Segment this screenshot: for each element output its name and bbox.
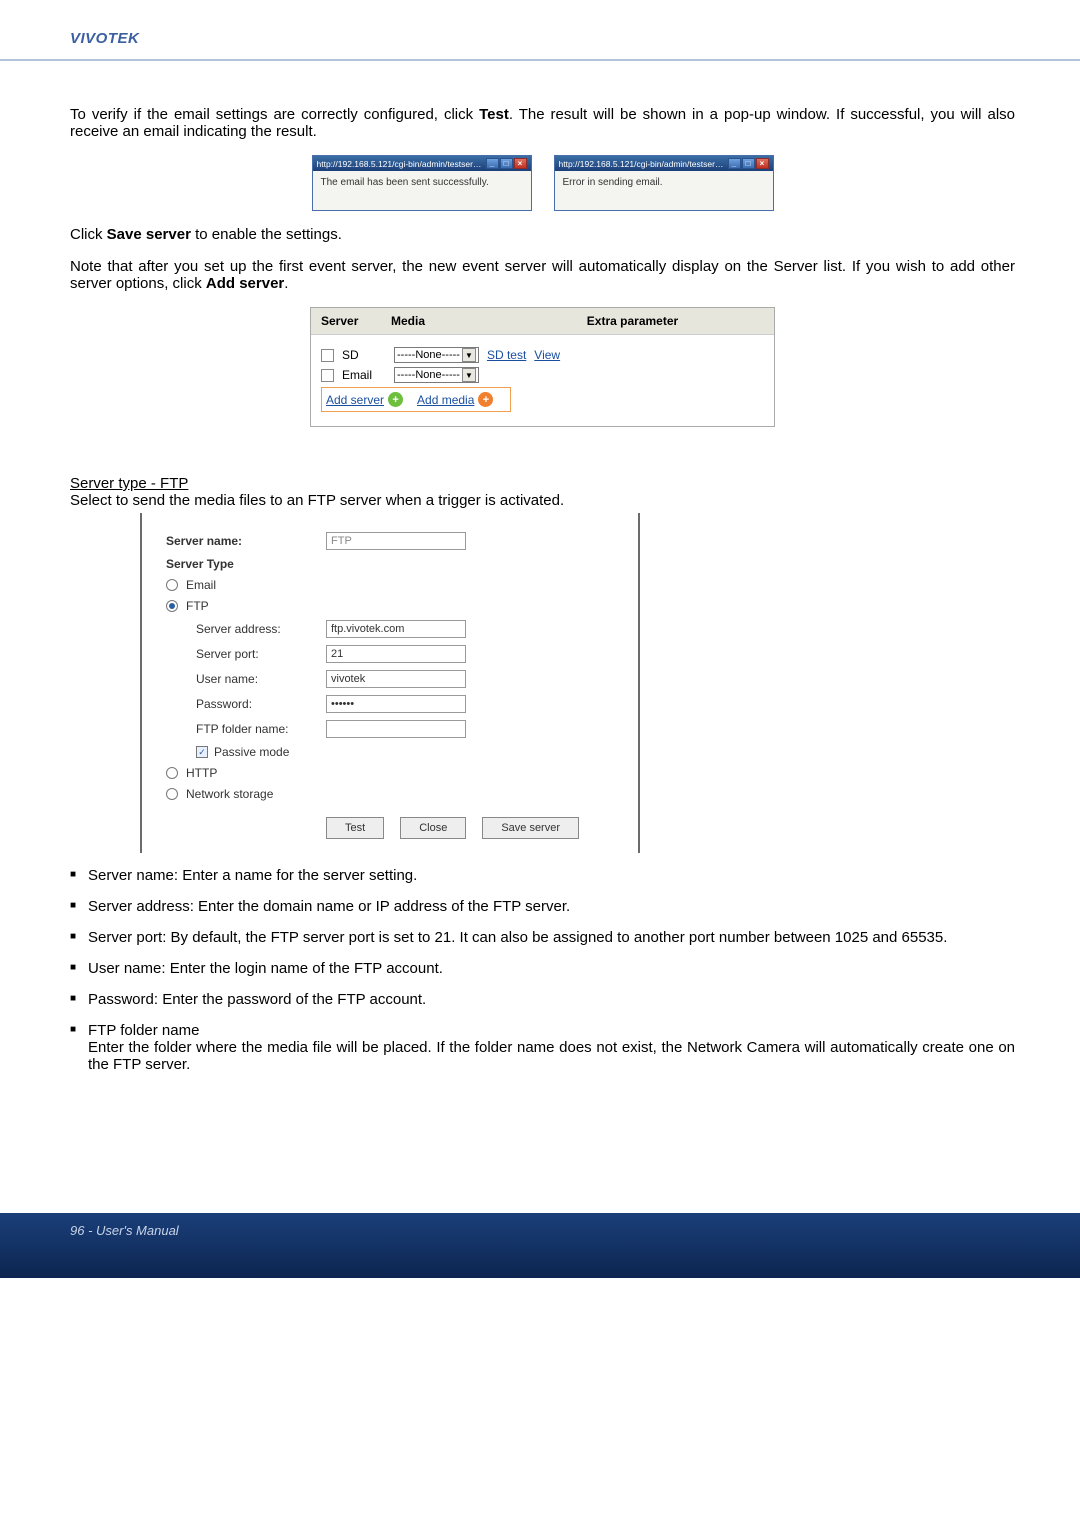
save-c: to enable the settings. (191, 226, 342, 243)
note-c: . (284, 275, 288, 292)
sd-label: SD (342, 348, 386, 362)
popup-success-title: http://192.168.5.121/cgi-bin/admin/tests… (317, 159, 486, 169)
bullet-server-address: Server address: Enter the domain name or… (70, 898, 1015, 915)
passive-mode-label: Passive mode (214, 745, 289, 759)
server-port-input[interactable]: 21 (326, 645, 466, 663)
add-server-icon[interactable]: + (388, 392, 403, 407)
server-type-title: Server Type (166, 557, 620, 571)
popup-success: http://192.168.5.121/cgi-bin/admin/tests… (312, 155, 532, 211)
password-input[interactable]: •••••• (326, 695, 466, 713)
popup-error-title: http://192.168.5.121/cgi-bin/admin/tests… (559, 159, 728, 169)
server-row-email: Email -----None----- ▼ (321, 367, 764, 383)
bullet-list: Server name: Enter a name for the server… (70, 867, 1015, 1073)
add-server-link[interactable]: Add server (326, 393, 384, 407)
server-address-label: Server address: (166, 622, 326, 636)
col-server: Server (311, 308, 381, 334)
close-icon[interactable]: × (514, 158, 527, 169)
opt-http-label: HTTP (186, 766, 217, 780)
add-row: Add server + Add media + (321, 387, 511, 412)
server-name-label: Server name: (166, 534, 326, 548)
close-icon[interactable]: × (756, 158, 769, 169)
popup-row: http://192.168.5.121/cgi-bin/admin/tests… (70, 155, 1015, 211)
sd-test-link[interactable]: SD test (487, 348, 526, 362)
server-row-sd: SD -----None----- ▼ SD test View (321, 347, 764, 363)
bullet-ftp-folder-body: Enter the folder where the media file wi… (88, 1039, 1015, 1073)
sd-media-select[interactable]: -----None----- ▼ (394, 347, 479, 363)
minimize-icon[interactable]: _ (728, 158, 741, 169)
intro-test-word: Test (479, 106, 509, 123)
page-footer: 96 - User's Manual (0, 1213, 1080, 1278)
radio-email[interactable] (166, 579, 178, 591)
server-port-label: Server port: (166, 647, 326, 661)
ftp-form-panel: Server name: FTP Server Type Email FTP S… (140, 513, 640, 853)
view-link[interactable]: View (534, 348, 560, 362)
ftp-folder-input[interactable] (326, 720, 466, 738)
server-name-input[interactable]: FTP (326, 532, 466, 550)
intro-paragraph: To verify if the email settings are corr… (70, 106, 1015, 140)
close-button[interactable]: Close (400, 817, 466, 839)
server-address-input[interactable]: ftp.vivotek.com (326, 620, 466, 638)
note-paragraph: Note that after you set up the first eve… (70, 258, 1015, 292)
ftp-section-title: Server type - FTP (70, 475, 1015, 492)
user-name-label: User name: (166, 672, 326, 686)
popup-success-body: The email has been sent successfully. (313, 171, 531, 210)
bullet-server-port: Server port: By default, the FTP server … (70, 929, 1015, 946)
note-b: Add server (206, 275, 284, 292)
radio-network-storage[interactable] (166, 788, 178, 800)
password-label: Password: (166, 697, 326, 711)
ftp-folder-label: FTP folder name: (166, 722, 326, 736)
email-select-value: -----None----- (397, 369, 460, 381)
popup-success-titlebar: http://192.168.5.121/cgi-bin/admin/tests… (313, 156, 531, 171)
maximize-icon[interactable]: □ (500, 158, 513, 169)
save-b: Save server (107, 226, 191, 243)
popup-error: http://192.168.5.121/cgi-bin/admin/tests… (554, 155, 774, 211)
sd-checkbox[interactable] (321, 349, 334, 362)
chevron-down-icon[interactable]: ▼ (462, 348, 476, 362)
passive-mode-checkbox[interactable]: ✓ (196, 746, 208, 758)
brand-text: VIVOTEK (70, 30, 139, 47)
opt-ftp-label: FTP (186, 599, 209, 613)
radio-ftp[interactable] (166, 600, 178, 612)
add-media-icon[interactable]: + (478, 392, 493, 407)
save-a: Click (70, 226, 107, 243)
bullet-ftp-folder: FTP folder name Enter the folder where t… (70, 1022, 1015, 1073)
email-media-select[interactable]: -----None----- ▼ (394, 367, 479, 383)
email-label: Email (342, 368, 386, 382)
radio-http[interactable] (166, 767, 178, 779)
bullet-user-name: User name: Enter the login name of the F… (70, 960, 1015, 977)
opt-email-label: Email (186, 578, 216, 592)
add-media-link[interactable]: Add media (417, 393, 474, 407)
user-name-input[interactable]: vivotek (326, 670, 466, 688)
col-media: Media (381, 308, 491, 334)
bullet-server-name: Server name: Enter a name for the server… (70, 867, 1015, 884)
maximize-icon[interactable]: □ (742, 158, 755, 169)
sd-select-value: -----None----- (397, 349, 460, 361)
minimize-icon[interactable]: _ (486, 158, 499, 169)
intro-text-a: To verify if the email settings are corr… (70, 106, 479, 123)
bullet-password: Password: Enter the password of the FTP … (70, 991, 1015, 1008)
save-paragraph: Click Save server to enable the settings… (70, 226, 1015, 243)
server-panel-header: Server Media Extra parameter (311, 308, 774, 335)
ftp-intro: Select to send the media files to an FTP… (70, 492, 1015, 509)
popup-error-body: Error in sending email. (555, 171, 773, 210)
opt-network-label: Network storage (186, 787, 273, 801)
save-server-button[interactable]: Save server (482, 817, 579, 839)
server-list-panel: Server Media Extra parameter SD -----Non… (310, 307, 775, 427)
popup-error-titlebar: http://192.168.5.121/cgi-bin/admin/tests… (555, 156, 773, 171)
chevron-down-icon[interactable]: ▼ (462, 368, 476, 382)
email-checkbox[interactable] (321, 369, 334, 382)
test-button[interactable]: Test (326, 817, 384, 839)
col-extra: Extra parameter (491, 308, 774, 334)
bullet-ftp-folder-title: FTP folder name (88, 1022, 199, 1039)
